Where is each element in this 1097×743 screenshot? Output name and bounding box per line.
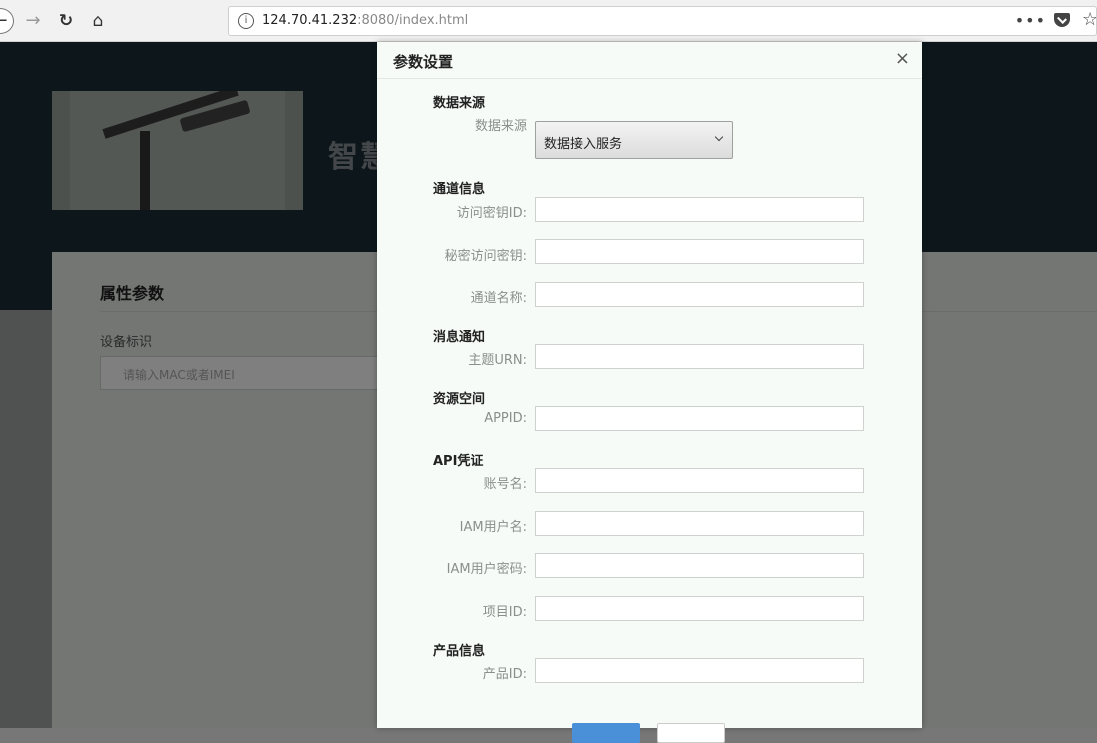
bookmark-star-icon[interactable]: ☆ [1082, 9, 1096, 30]
iam-password-input[interactable] [535, 553, 864, 578]
appid-label: APPID: [484, 411, 527, 426]
secret-key-label: 秘密访问密钥: [444, 249, 527, 264]
url-host: 124.70.41.232 [262, 13, 358, 28]
access-key-id-label: 访问密钥ID: [456, 206, 527, 221]
url-text: 124.70.41.232:8080/index.html [262, 13, 468, 28]
browser-toolbar: ← → ↻ ⌂ i 124.70.41.232:8080/index.html … [0, 0, 1097, 42]
url-path: :8080/index.html [357, 13, 469, 28]
section-api: API凭证 [433, 454, 484, 469]
back-icon[interactable]: ← [0, 8, 14, 34]
product-id-input[interactable] [535, 658, 864, 683]
chevron-down-icon [714, 132, 724, 142]
select-value: 数据接入服务 [544, 137, 623, 152]
close-icon[interactable]: × [895, 48, 910, 69]
channel-name-label: 通道名称: [470, 291, 527, 306]
iam-user-label: IAM用户名: [459, 520, 527, 535]
product-id-label: 产品ID: [482, 667, 527, 682]
section-data-source: 数据来源 [433, 96, 486, 111]
project-id-label: 项目ID: [482, 605, 527, 620]
address-bar[interactable]: i 124.70.41.232:8080/index.html ••• ☆ [228, 6, 1097, 36]
cancel-button[interactable] [657, 723, 725, 743]
channel-name-input[interactable] [535, 282, 864, 307]
topic-urn-input[interactable] [535, 344, 864, 369]
project-id-input[interactable] [535, 596, 864, 621]
home-icon[interactable]: ⌂ [87, 8, 109, 34]
topic-urn-label: 主题URN: [468, 353, 527, 368]
forward-icon[interactable]: → [23, 8, 43, 34]
account-label: 账号名: [483, 477, 527, 492]
section-message: 消息通知 [433, 330, 486, 345]
pocket-icon[interactable] [1054, 13, 1070, 27]
iam-password-label: IAM用户密码: [446, 562, 527, 577]
info-icon[interactable]: i [238, 13, 254, 29]
section-channel: 通道信息 [433, 182, 486, 197]
access-key-id-input[interactable] [535, 197, 864, 222]
reload-icon[interactable]: ↻ [55, 8, 77, 34]
appid-input[interactable] [535, 406, 864, 431]
secret-key-input[interactable] [535, 239, 864, 264]
iam-user-input[interactable] [535, 511, 864, 536]
settings-modal: 参数设置 × 数据来源 数据来源 数据接入服务 通道信息 访问密钥ID: 秘密访… [377, 42, 922, 743]
account-input[interactable] [535, 468, 864, 493]
section-resource: 资源空间 [433, 392, 486, 407]
modal-header: 参数设置 × [377, 42, 922, 79]
page-actions-icon[interactable]: ••• [1015, 11, 1046, 30]
section-product: 产品信息 [433, 644, 486, 659]
data-source-label: 数据来源 [474, 119, 527, 134]
modal-title: 参数设置 [393, 53, 454, 71]
confirm-button[interactable] [572, 723, 640, 743]
data-source-select[interactable]: 数据接入服务 [535, 121, 733, 159]
